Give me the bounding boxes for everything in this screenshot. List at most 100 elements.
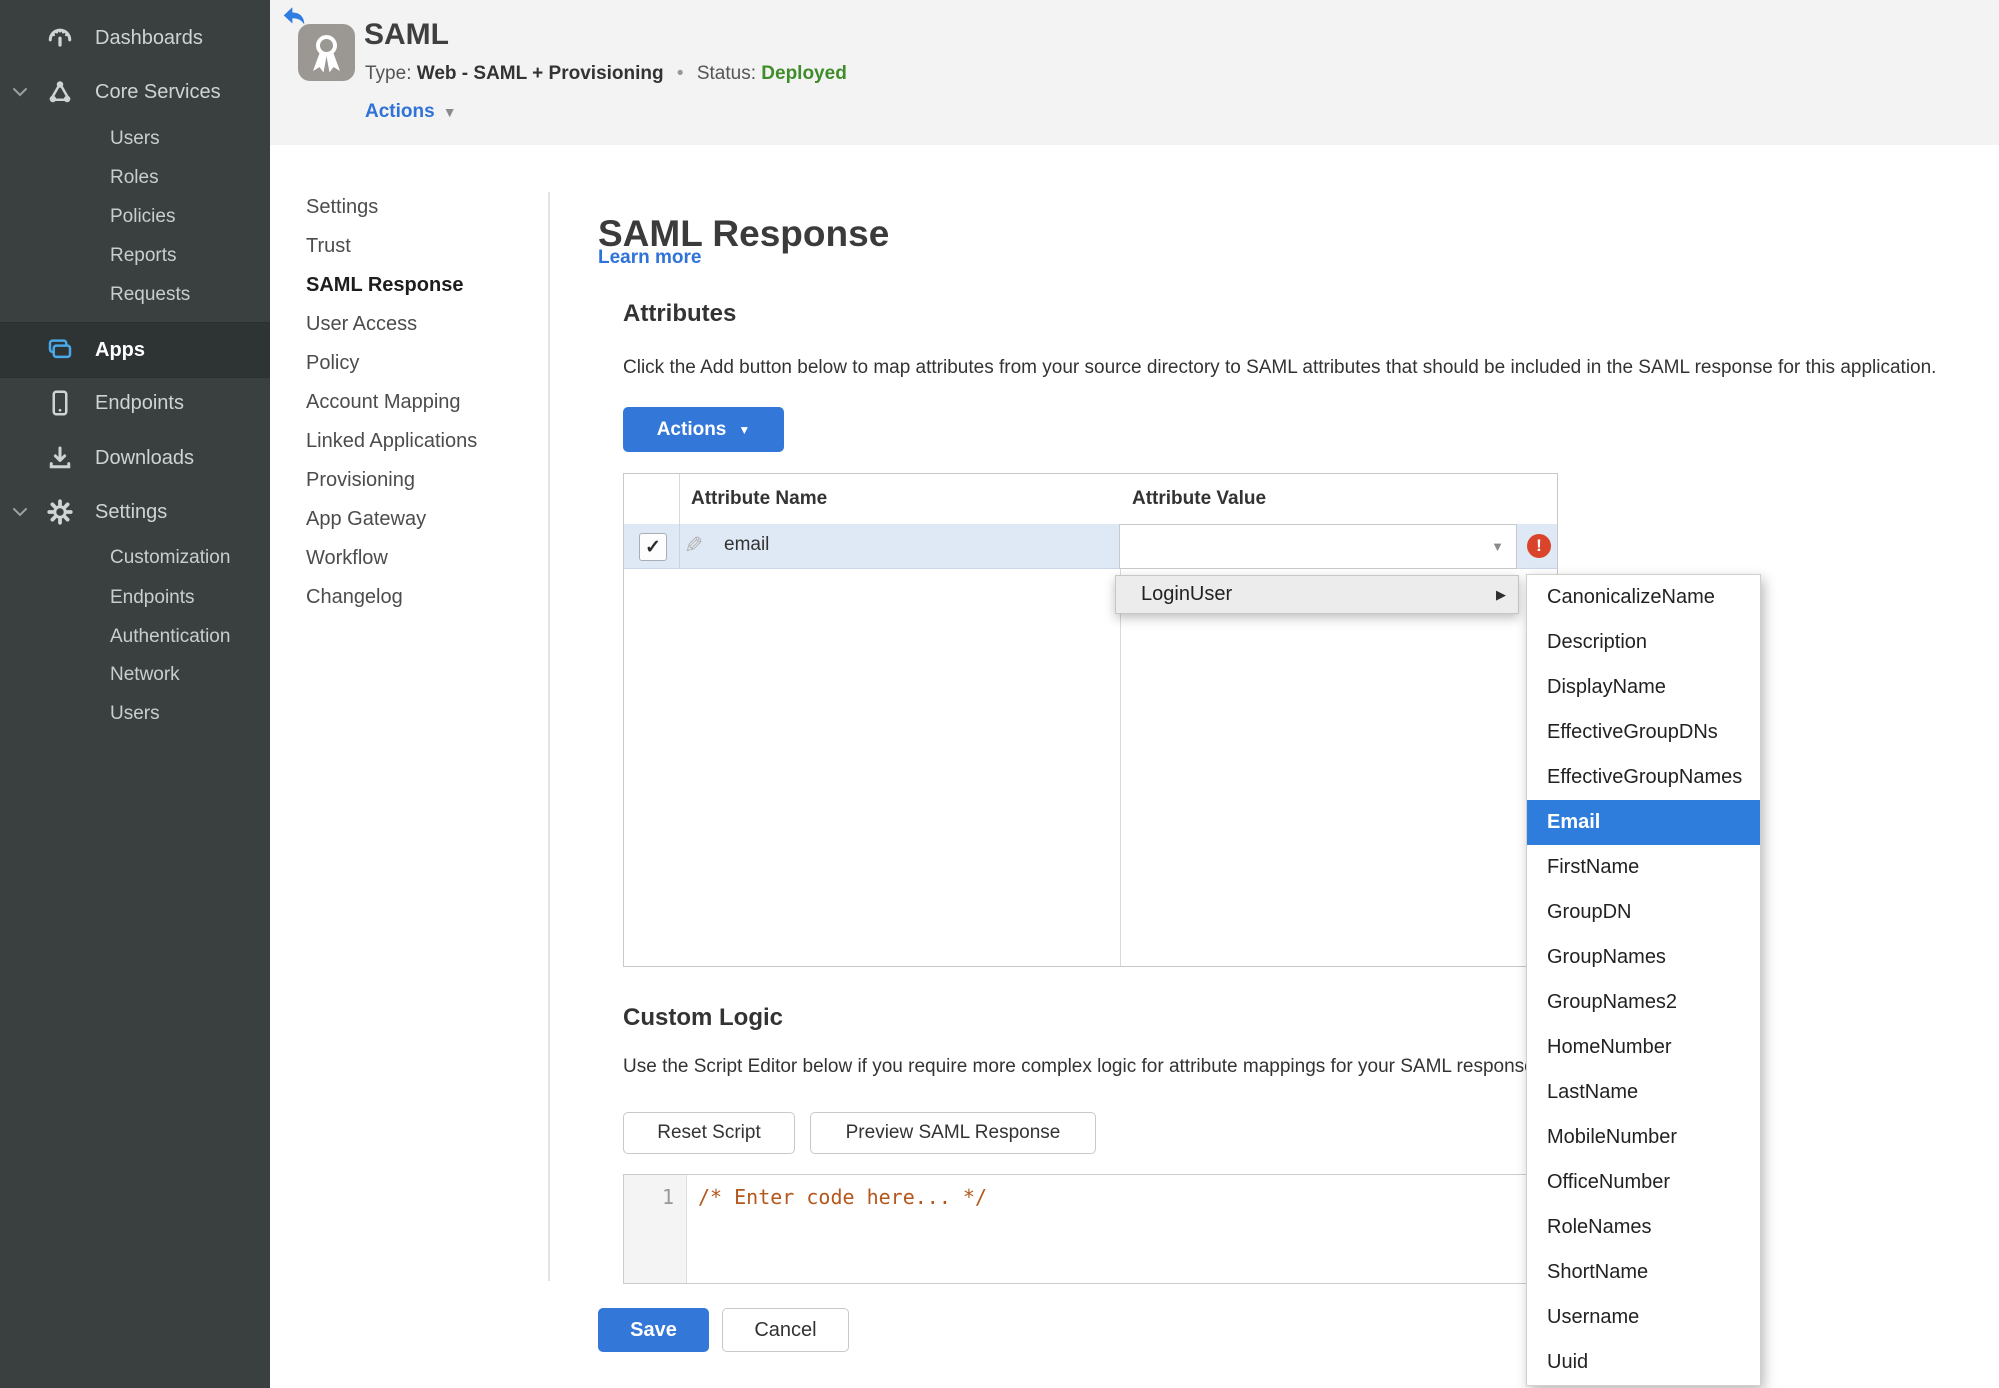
gauge-icon: [44, 23, 76, 53]
subnav-item-settings[interactable]: Settings: [306, 188, 541, 227]
reset-script-button[interactable]: Reset Script: [623, 1112, 795, 1154]
sidebar-item-settings-endpoints[interactable]: Endpoints: [0, 578, 270, 618]
chevron-down-icon[interactable]: [12, 505, 28, 519]
app-header: SAML Type: Web - SAML + Provisioning • S…: [270, 0, 1999, 145]
core-services-icon: [44, 77, 76, 107]
submenu-item-displayname[interactable]: DisplayName: [1527, 665, 1760, 710]
submenu-item-description[interactable]: Description: [1527, 620, 1760, 665]
smartphone-icon: [44, 388, 76, 418]
submenu-item-groupdn[interactable]: GroupDN: [1527, 890, 1760, 935]
subnav-item-provisioning[interactable]: Provisioning: [306, 461, 541, 500]
type-value: Web - SAML + Provisioning: [416, 63, 664, 84]
sidebar-item-label: Apps: [95, 338, 145, 361]
subnav-item-app-gateway[interactable]: App Gateway: [306, 500, 541, 539]
column-header-attribute-value: Attribute Value: [1132, 488, 1267, 509]
subnav-item-saml-response[interactable]: SAML Response: [306, 266, 541, 305]
subnav-item-workflow[interactable]: Workflow: [306, 539, 541, 578]
submenu-arrow-icon: ▶: [1496, 586, 1506, 602]
chevron-down-icon: ▼: [442, 104, 457, 120]
sidebar-item-settings-users[interactable]: Users: [0, 694, 270, 734]
sidebar-item-label: Endpoints: [95, 391, 184, 414]
submenu-item-homenumber[interactable]: HomeNumber: [1527, 1025, 1760, 1070]
sidebar-item-endpoints[interactable]: Endpoints: [0, 383, 270, 423]
submenu-item-effectivegroupdns[interactable]: EffectiveGroupDNs: [1527, 710, 1760, 755]
separator-dot: •: [676, 63, 684, 84]
checkbox-column-header: [624, 474, 680, 524]
subnav-item-linked-applications[interactable]: Linked Applications: [306, 422, 541, 461]
submenu-item-effectivegroupnames[interactable]: EffectiveGroupNames: [1527, 755, 1760, 800]
sidebar-item-users[interactable]: Users: [0, 119, 270, 159]
sidebar-item-roles[interactable]: Roles: [0, 158, 270, 198]
sidebar-item-settings[interactable]: Settings: [0, 492, 270, 532]
type-label: Type:: [365, 63, 412, 84]
chevron-down-icon: ▼: [1491, 539, 1504, 554]
sidebar-item-requests[interactable]: Requests: [0, 275, 270, 315]
editor-code[interactable]: /* Enter code here... */: [698, 1185, 987, 1209]
row-checkbox[interactable]: ✓: [639, 533, 667, 561]
sidebar-item-downloads[interactable]: Downloads: [0, 438, 270, 478]
submenu-item-canonicalizename[interactable]: CanonicalizeName: [1527, 575, 1760, 620]
subnav-item-trust[interactable]: Trust: [306, 227, 541, 266]
sidebar-item-authentication[interactable]: Authentication: [0, 617, 270, 657]
attributes-actions-button[interactable]: Actions ▼: [623, 407, 784, 452]
subnav-item-changelog[interactable]: Changelog: [306, 578, 541, 617]
status-label: Status:: [696, 63, 756, 84]
submenu-item-email[interactable]: Email: [1527, 800, 1760, 845]
attributes-heading: Attributes: [623, 300, 737, 327]
submenu-item-officenumber[interactable]: OfficeNumber: [1527, 1160, 1760, 1205]
submenu-item-shortname[interactable]: ShortName: [1527, 1250, 1760, 1295]
attributes-description: Click the Add button below to map attrib…: [623, 357, 1937, 378]
app-meta: Type: Web - SAML + Provisioning • Status…: [365, 63, 847, 85]
submenu-item-groupnames[interactable]: GroupNames: [1527, 935, 1760, 980]
submenu-item-lastname[interactable]: LastName: [1527, 1070, 1760, 1115]
error-icon: !: [1527, 534, 1551, 558]
learn-more-link[interactable]: Learn more: [598, 247, 701, 269]
sidebar-item-label: Core Services: [95, 80, 221, 103]
app-subnav: Settings Trust SAML Response User Access…: [306, 188, 541, 617]
sidebar-item-label: Dashboards: [95, 26, 203, 49]
sidebar-item-dashboards[interactable]: Dashboards: [0, 18, 270, 58]
app-window: Dashboards Core Services Users Roles Pol…: [0, 0, 1999, 1388]
attributes-table: Attribute Name Attribute Value ✓ ✎ email…: [623, 473, 1558, 967]
cancel-button[interactable]: Cancel: [722, 1308, 849, 1352]
attribute-value-dropdown[interactable]: ▼: [1119, 524, 1517, 569]
preview-saml-response-button[interactable]: Preview SAML Response: [810, 1112, 1096, 1154]
submenu-item-mobilenumber[interactable]: MobileNumber: [1527, 1115, 1760, 1160]
value-menu-item-loginuser[interactable]: LoginUser ▶: [1115, 575, 1519, 614]
header-actions-menu[interactable]: Actions ▼: [365, 101, 457, 123]
cell-divider: [679, 524, 680, 568]
subnav-item-account-mapping[interactable]: Account Mapping: [306, 383, 541, 422]
download-icon: [44, 443, 76, 473]
gear-icon: [44, 497, 76, 527]
sidebar-item-network[interactable]: Network: [0, 655, 270, 695]
submenu-item-firstname[interactable]: FirstName: [1527, 845, 1760, 890]
column-header-attribute-name: Attribute Name: [691, 488, 828, 509]
custom-logic-heading: Custom Logic: [623, 1004, 783, 1031]
sidebar-item-customization[interactable]: Customization: [0, 538, 270, 578]
subnav-item-policy[interactable]: Policy: [306, 344, 541, 383]
chevron-down-icon: ▼: [738, 422, 751, 437]
status-badge: Deployed: [761, 63, 847, 84]
sidebar: Dashboards Core Services Users Roles Pol…: [0, 0, 270, 1388]
apps-icon: [44, 335, 76, 365]
sidebar-item-reports[interactable]: Reports: [0, 236, 270, 276]
sidebar-item-core-services[interactable]: Core Services: [0, 72, 270, 112]
custom-logic-description: Use the Script Editor below if you requi…: [623, 1056, 1540, 1077]
attribute-name-cell: email: [724, 534, 770, 555]
app-title: SAML: [364, 18, 449, 51]
sidebar-item-apps[interactable]: Apps: [0, 322, 270, 378]
attribute-submenu: CanonicalizeName Description DisplayName…: [1526, 574, 1761, 1386]
sidebar-item-policies[interactable]: Policies: [0, 197, 270, 237]
saml-app-badge-icon: [298, 24, 355, 86]
script-editor[interactable]: 1 /* Enter code here... */: [623, 1174, 1556, 1284]
table-row[interactable]: ✓ ✎ email ▼ !: [624, 524, 1557, 569]
edit-pencil-icon[interactable]: ✎: [684, 532, 703, 559]
subnav-divider: [548, 192, 550, 1281]
save-button[interactable]: Save: [598, 1308, 709, 1352]
subnav-item-user-access[interactable]: User Access: [306, 305, 541, 344]
submenu-item-groupnames2[interactable]: GroupNames2: [1527, 980, 1760, 1025]
submenu-item-rolenames[interactable]: RoleNames: [1527, 1205, 1760, 1250]
chevron-down-icon[interactable]: [12, 85, 28, 99]
submenu-item-uuid[interactable]: Uuid: [1527, 1340, 1760, 1385]
submenu-item-username[interactable]: Username: [1527, 1295, 1760, 1340]
